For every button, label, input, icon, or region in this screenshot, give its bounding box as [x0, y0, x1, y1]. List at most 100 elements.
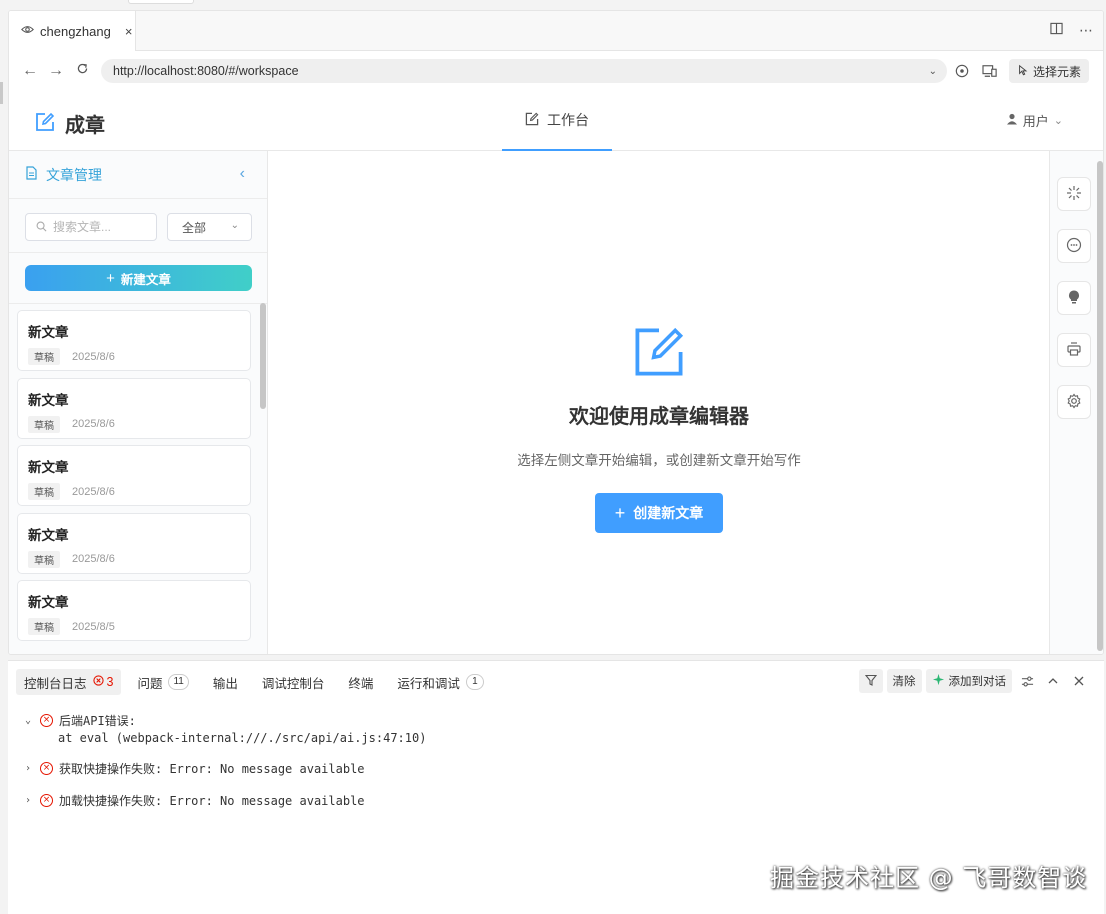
back-arrow-icon[interactable]: ← [17, 62, 43, 80]
chevron-down-icon: ⌄ [1053, 115, 1063, 127]
reload-icon[interactable] [69, 62, 95, 80]
add-to-chat-label: 添加到对话 [948, 676, 1007, 688]
editor-left-strip [0, 10, 8, 914]
eye-icon [21, 23, 34, 39]
chevron-right-icon[interactable]: › [22, 763, 34, 774]
tab-workspace-label: 工作台 [547, 112, 589, 128]
select-element-button[interactable]: 选择元素 [1008, 59, 1089, 83]
filter-button[interactable] [858, 669, 883, 693]
article-date: 2025/8/6 [72, 418, 115, 430]
tab-output[interactable]: 输出 [205, 669, 246, 695]
close-icon[interactable] [1068, 669, 1090, 693]
browser-panel: chengzhang × ⋯ ← → http://localhost:8080… [8, 10, 1104, 655]
select-element-label: 选择元素 [1032, 64, 1081, 79]
search-input[interactable] [53, 220, 143, 234]
log-entry[interactable]: › × 获取快捷操作失败: Error: No message availabl… [22, 759, 426, 777]
browser-tab-title: chengzhang [40, 23, 111, 39]
welcome-subtitle: 选择左侧文章开始编辑，或创建新文章开始写作 [517, 453, 801, 468]
tab-terminal[interactable]: 终端 [340, 669, 381, 695]
sliders-icon[interactable] [1016, 669, 1038, 693]
error-icon: × [40, 761, 53, 775]
idea-tool-button[interactable] [1057, 281, 1091, 315]
edit-icon [632, 327, 686, 382]
error-count: 3 [92, 675, 114, 689]
user-menu[interactable]: 用户 ⌄ [1006, 111, 1063, 130]
chevron-down-icon[interactable]: ⌄ [22, 715, 34, 726]
watermark: 掘金技术社区 @ 飞哥数智谈 [770, 864, 1088, 892]
tab-run-debug-label: 运行和调试 [397, 676, 460, 691]
divider [9, 252, 267, 253]
gear-icon [1066, 393, 1082, 412]
forward-arrow-icon[interactable]: → [43, 62, 69, 80]
activity-marker [0, 82, 3, 104]
article-date: 2025/8/6 [72, 350, 115, 363]
log-message: 后端API错误: [59, 713, 136, 728]
new-article-button[interactable]: + 新建文章 [25, 265, 252, 291]
tab-console-log[interactable]: 控制台日志 3 [16, 669, 122, 695]
chevron-down-icon: ⌄ [230, 220, 239, 231]
plus-icon: + [614, 502, 626, 523]
create-article-label: 创建新文章 [633, 505, 704, 521]
article-date: 2025/8/6 [72, 485, 115, 498]
edit-icon [35, 112, 55, 135]
article-card[interactable]: 新文章 草稿 2025/8/6 [17, 445, 251, 506]
sidebar-header: 文章管理 ‹ [9, 151, 267, 199]
sidebar-scrollbar[interactable] [260, 303, 266, 409]
article-date: 2025/8/5 [72, 620, 115, 633]
more-actions-icon[interactable]: ⋯ [1079, 22, 1093, 39]
article-title: 新文章 [28, 527, 69, 543]
browser-tab[interactable]: chengzhang × [9, 11, 136, 51]
tab-debug-console-label: 调试控制台 [261, 676, 325, 691]
article-title: 新文章 [28, 595, 69, 610]
sparkle-tool-button[interactable] [1057, 177, 1091, 211]
divider [9, 303, 267, 304]
plus-icon: + [106, 269, 115, 287]
article-card[interactable]: 新文章 草稿 2025/8/5 [17, 580, 251, 641]
close-icon[interactable]: × [125, 24, 133, 39]
chat-tool-button[interactable] [1057, 229, 1091, 263]
devtools-tabs: 控制台日志 3 问题 11 输出 调试控制台 终端 运行和调试 1 [16, 669, 492, 695]
page-scrollbar[interactable] [1097, 161, 1103, 651]
chevron-down-icon[interactable]: ⌄ [929, 66, 937, 77]
chat-icon [1066, 237, 1082, 256]
status-badge: 草稿 [28, 618, 60, 635]
log-entry[interactable]: ⌄ × 后端API错误: [22, 711, 426, 729]
clear-button[interactable]: 清除 [886, 669, 922, 693]
search-field[interactable] [25, 213, 157, 241]
url-bar[interactable]: http://localhost:8080/#/workspace ⌄ [101, 59, 947, 83]
article-card[interactable]: 新文章 草稿 2025/8/6 [17, 377, 251, 439]
new-article-label: 新建文章 [120, 272, 171, 287]
article-title: 新文章 [28, 460, 69, 475]
log-entry[interactable]: › × 加载快捷操作失败: Error: No message availabl… [22, 791, 426, 809]
add-to-chat-button[interactable]: 添加到对话 [925, 669, 1012, 693]
tab-run-debug[interactable]: 运行和调试 1 [389, 669, 492, 695]
split-editor-icon[interactable] [1050, 22, 1063, 39]
article-card[interactable]: 新文章 草稿 2025/8/6 [17, 512, 251, 574]
editor-tab-stub[interactable] [128, 0, 194, 4]
app-logo[interactable]: 成章 [35, 109, 105, 138]
console-logs: ⌄ × 后端API错误: at eval (webpack-internal:/… [22, 711, 426, 809]
search-icon [36, 220, 47, 235]
print-tool-button[interactable] [1057, 333, 1091, 367]
devtools-actions: 清除 添加到对话 [858, 669, 1091, 693]
chevron-up-icon[interactable] [1042, 669, 1064, 693]
article-title: 新文章 [28, 392, 69, 408]
tab-problems[interactable]: 问题 11 [129, 669, 196, 695]
sparkle-icon [1066, 185, 1082, 204]
user-icon [1006, 113, 1018, 128]
error-count-value: 3 [106, 675, 114, 689]
create-article-button[interactable]: + 创建新文章 [594, 493, 724, 533]
article-card[interactable]: 新文章 草稿 2025/8/6 [17, 310, 251, 371]
tab-workspace[interactable]: 工作台 [502, 91, 612, 151]
article-title: 新文章 [28, 325, 69, 340]
compass-icon[interactable] [953, 62, 971, 80]
settings-tool-button[interactable] [1057, 385, 1091, 419]
chevron-right-icon[interactable]: › [22, 795, 34, 806]
status-filter-select[interactable]: 全部 ⌄ [167, 213, 252, 241]
article-sidebar: 文章管理 ‹ 全部 ⌄ + 新建文章 新文章 草稿 2025/8/6 新文章 [9, 151, 268, 654]
devices-icon[interactable] [981, 62, 999, 80]
tab-debug-console[interactable]: 调试控制台 [254, 669, 333, 695]
welcome-title: 欢迎使用成章编辑器 [569, 406, 749, 428]
collapse-sidebar-icon[interactable]: ‹ [240, 165, 245, 183]
error-icon: × [40, 713, 53, 727]
